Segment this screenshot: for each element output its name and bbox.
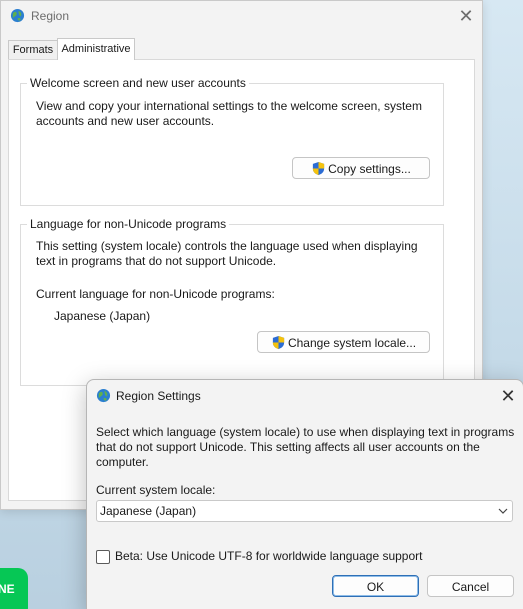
region-settings-dialog: Region Settings ✕ Select which language … (86, 379, 523, 609)
current-language-value: Japanese (Japan) (54, 309, 151, 323)
tab-administrative[interactable]: Administrative (57, 38, 135, 60)
non-unicode-group: Language for non-Unicode programs This s… (20, 217, 444, 386)
globe-icon (96, 388, 111, 403)
copy-settings-button[interactable]: Copy settings... (292, 157, 430, 179)
change-system-locale-button[interactable]: Change system locale... (257, 331, 430, 353)
welcome-description-line: accounts and new user accounts. (36, 114, 215, 128)
window-title: Region (31, 9, 70, 23)
dialog-description-line: computer. (96, 455, 149, 469)
welcome-screen-group: Welcome screen and new user accounts Vie… (20, 76, 444, 206)
globe-icon (10, 8, 25, 23)
region-titlebar[interactable]: Region ✕ (1, 1, 482, 31)
system-locale-dropdown[interactable]: Japanese (Japan) (96, 500, 513, 522)
uac-shield-icon (272, 335, 285, 350)
copy-settings-label: Copy settings... (328, 162, 411, 176)
dialog-titlebar[interactable]: Region Settings ✕ (87, 380, 523, 412)
chevron-down-icon (498, 508, 508, 514)
change-system-locale-label: Change system locale... (287, 336, 417, 350)
dialog-title: Region Settings (116, 389, 201, 403)
current-language-label: Current language for non-Unicode program… (36, 287, 275, 301)
group-legend: Language for non-Unicode programs (27, 217, 230, 231)
non-unicode-description: This setting (system locale) controls th… (36, 239, 436, 269)
cancel-button[interactable]: Cancel (427, 575, 514, 597)
close-icon[interactable]: ✕ (453, 5, 479, 27)
dialog-description-line: Select which language (system locale) to… (96, 425, 515, 439)
line-app-label: NE (0, 582, 15, 596)
beta-utf8-label: Beta: Use Unicode UTF-8 for worldwide la… (115, 549, 423, 563)
tab-formats[interactable]: Formats (8, 40, 58, 61)
current-system-locale-label: Current system locale: (96, 483, 216, 497)
system-locale-value: Japanese (Japan) (100, 504, 197, 518)
welcome-description: View and copy your international setting… (36, 99, 436, 129)
line-app-icon[interactable]: NE (0, 568, 28, 609)
dialog-description: Select which language (system locale) to… (96, 425, 516, 470)
non-unicode-description-line: This setting (system locale) controls th… (36, 239, 418, 253)
uac-shield-icon (313, 161, 325, 176)
welcome-description-line: View and copy your international setting… (36, 99, 422, 113)
close-icon[interactable]: ✕ (496, 385, 520, 407)
ok-button[interactable]: OK (332, 575, 419, 597)
beta-utf8-checkbox[interactable] (96, 550, 110, 564)
group-legend: Welcome screen and new user accounts (27, 76, 249, 90)
non-unicode-description-line: text in programs that do not support Uni… (36, 254, 277, 268)
dialog-description-line: that do not support Unicode. This settin… (96, 440, 480, 454)
